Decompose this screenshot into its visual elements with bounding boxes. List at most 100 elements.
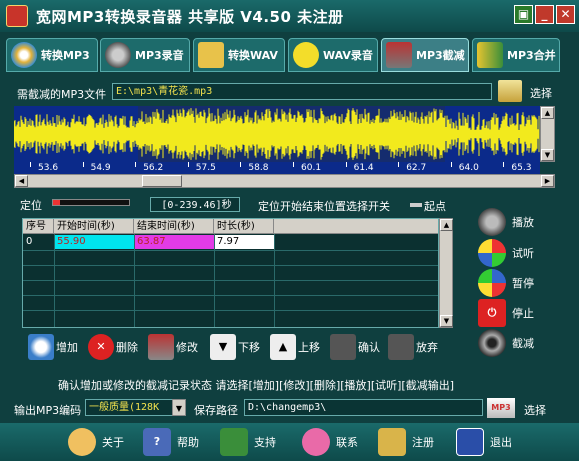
button-label: 下移 xyxy=(238,341,260,354)
close-button[interactable]: ✕ xyxy=(556,5,575,24)
button-label: 联系 xyxy=(336,436,358,449)
button-label: 确认 xyxy=(358,341,380,354)
button-label: 注册 xyxy=(412,436,434,449)
cut-output-button[interactable]: 截减 xyxy=(478,328,558,358)
scroll-down-icon[interactable]: ▼ xyxy=(440,315,453,327)
column-header-start[interactable]: 开始时间(秒) xyxy=(54,219,134,234)
house-icon xyxy=(220,428,248,456)
table-cell-duration[interactable]: 7.97 xyxy=(214,235,274,249)
button-label: 停止 xyxy=(512,307,534,320)
button-label: 关于 xyxy=(102,436,124,449)
button-label: 删除 xyxy=(116,341,138,354)
ruler-tick-label: 65.3 xyxy=(511,163,532,173)
stopwatch-icon xyxy=(28,334,54,360)
scroll-up-icon[interactable]: ▲ xyxy=(541,107,554,119)
ruler-tick-mark xyxy=(398,162,400,167)
tab-label: 转换WAV xyxy=(228,49,278,62)
mp3-folder-icon[interactable]: MP3 xyxy=(487,398,515,418)
exit-button[interactable]: 退出 xyxy=(456,427,512,457)
contact-button[interactable]: 联系 xyxy=(302,427,358,457)
encoding-select[interactable]: 一般质量(128K xyxy=(85,399,173,416)
position-label: 定位 xyxy=(20,199,42,212)
add-button[interactable]: 增加 xyxy=(28,333,78,361)
tab-mp3-merge[interactable]: MP3合并 xyxy=(472,38,560,72)
edit-button[interactable]: 修改 xyxy=(148,333,198,361)
skin-icon[interactable]: ▣ xyxy=(514,5,533,24)
waveform-path xyxy=(14,108,540,160)
ruler-tick-label: 53.6 xyxy=(38,163,59,173)
position-slider[interactable] xyxy=(52,199,130,206)
film-reel-icon xyxy=(478,329,506,357)
cut-records-table[interactable]: 序号 开始时间(秒) 结束时间(秒) 时长(秒) 0 55.90 63.87 7… xyxy=(22,218,439,328)
save-path-browse-label[interactable]: 选择 xyxy=(524,402,546,418)
support-button[interactable]: 支持 xyxy=(220,427,276,457)
arrow-down-icon: ▼ xyxy=(210,334,236,360)
about-icon xyxy=(68,428,96,456)
move-up-button[interactable]: ▲ 上移 xyxy=(270,333,320,361)
button-label: 增加 xyxy=(56,341,78,354)
column-header-blank xyxy=(274,219,438,234)
contact-icon xyxy=(302,428,330,456)
tab-wav-record[interactable]: WAV录音 xyxy=(288,38,378,72)
stop-button[interactable]: ⏻ 停止 xyxy=(478,298,558,328)
table-scrollbar[interactable]: ▲ ▼ xyxy=(439,218,453,328)
button-label: 播放 xyxy=(512,216,534,229)
waveform-graph xyxy=(14,108,540,160)
ruler-tick-label: 62.7 xyxy=(406,163,427,173)
cancel-button[interactable]: 放弃 xyxy=(388,333,438,361)
ruler-tick-label: 60.1 xyxy=(301,163,322,173)
tab-convert-mp3[interactable]: 转换MP3 xyxy=(6,38,98,72)
file-label: 需截减的MP3文件 xyxy=(17,88,107,101)
people-icon xyxy=(477,42,503,68)
about-button[interactable]: 关于 xyxy=(68,427,124,457)
switch-end-label[interactable]: 起点 xyxy=(424,198,446,214)
scroll-left-icon[interactable]: ◀ xyxy=(15,175,28,187)
column-header-end[interactable]: 结束时间(秒) xyxy=(134,219,214,234)
ruler-tick-mark xyxy=(345,162,347,167)
scroll-thumb[interactable] xyxy=(142,175,182,187)
button-label: 修改 xyxy=(176,341,198,354)
encoding-label: 输出MP3编码 xyxy=(14,404,82,417)
column-header-duration[interactable]: 时长(秒) xyxy=(214,219,274,234)
app-icon xyxy=(6,5,28,27)
confirm-button[interactable]: 确认 xyxy=(330,333,380,361)
folder-icon[interactable] xyxy=(498,80,522,102)
waveform-display[interactable] xyxy=(14,106,540,162)
exit-icon xyxy=(456,428,484,456)
scroll-right-icon[interactable]: ▶ xyxy=(541,175,554,187)
pause-icon xyxy=(478,269,506,297)
minimize-button[interactable]: _ xyxy=(535,5,554,24)
key-icon xyxy=(378,428,406,456)
waveform-horizontal-scrollbar[interactable]: ◀ ▶ xyxy=(14,174,555,188)
preview-button[interactable]: 试听 xyxy=(478,238,558,268)
delete-button[interactable]: ✕ 删除 xyxy=(88,333,138,361)
column-header-index[interactable]: 序号 xyxy=(23,219,54,234)
ruler-tick-label: 61.4 xyxy=(353,163,374,173)
cd-disc-icon xyxy=(11,42,37,68)
save-path-field[interactable]: D:\changemp3\ xyxy=(244,399,483,416)
file-path-field[interactable]: E:\mp3\青花瓷.mp3 xyxy=(112,83,492,100)
ruler-tick-mark xyxy=(503,162,505,167)
button-label: 支持 xyxy=(254,436,276,449)
tab-mp3-record[interactable]: MP3录音 xyxy=(100,38,190,72)
waveform-vertical-scrollbar[interactable]: ▲ ▼ xyxy=(540,106,555,162)
scroll-down-icon[interactable]: ▼ xyxy=(541,149,554,161)
table-cell-start[interactable]: 55.90 xyxy=(54,235,134,249)
table-cell-index[interactable]: 0 xyxy=(23,235,54,249)
help-button[interactable]: ? 帮助 xyxy=(143,427,199,457)
toggle-switch-icon[interactable] xyxy=(410,203,422,207)
scroll-up-icon[interactable]: ▲ xyxy=(440,219,453,231)
chevron-down-icon[interactable]: ▼ xyxy=(172,399,186,416)
table-cell-end[interactable]: 63.87 xyxy=(134,235,214,249)
pause-button[interactable]: 暂停 xyxy=(478,268,558,298)
tab-convert-wav[interactable]: 转换WAV xyxy=(193,38,285,72)
play-button[interactable]: 播放 xyxy=(478,207,558,237)
button-label: 上移 xyxy=(298,341,320,354)
file-browse-label[interactable]: 选择 xyxy=(530,85,552,101)
save-path-label: 保存路径 xyxy=(194,404,238,417)
tab-mp3-cut[interactable]: MP3截减 xyxy=(381,38,469,72)
move-down-button[interactable]: ▼ 下移 xyxy=(210,333,260,361)
confirm-icon xyxy=(330,334,356,360)
register-button[interactable]: 注册 xyxy=(378,427,434,457)
smiley-icon xyxy=(293,42,319,68)
